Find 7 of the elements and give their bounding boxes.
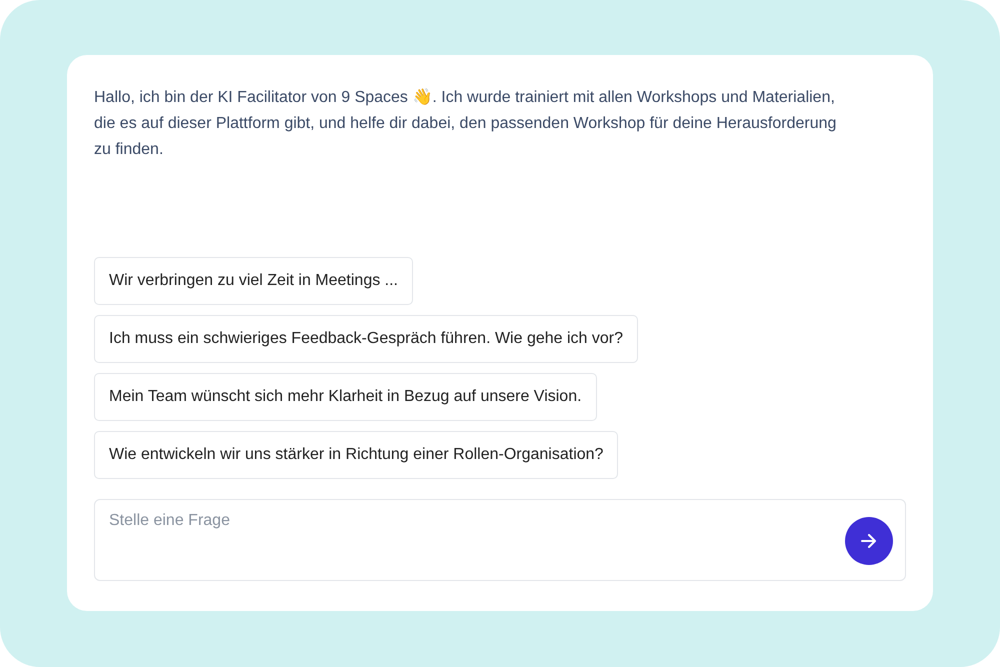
arrow-right-icon xyxy=(861,534,877,548)
question-field[interactable]: Stelle eine Frage xyxy=(94,499,906,581)
suggestion-button[interactable]: Ich muss ein schwieriges Feedback-Gespräch führen. Wie gehe ich vor? xyxy=(94,315,638,363)
intro-text: Hallo, ich bin der KI Facilitator von 9 Spaces 👋. Ich wurde trainiert mit allen Workshops und Materialien, die es auf dieser Plattform gibt, und helfe dir dabei, den passenden Workshop für deine Herausforderung zu finden. xyxy=(94,87,838,160)
suggestion-button[interactable]: Wie entwickeln wir uns stärker in Richtung einer Rollen-Organisation? xyxy=(94,431,618,479)
suggestion-button[interactable]: Wir verbringen zu viel Zeit in Meetings ... xyxy=(94,257,413,305)
suggestion-button[interactable]: Mein Team wünscht sich mehr Klarheit in Bezug auf unsere Vision. xyxy=(94,373,597,421)
